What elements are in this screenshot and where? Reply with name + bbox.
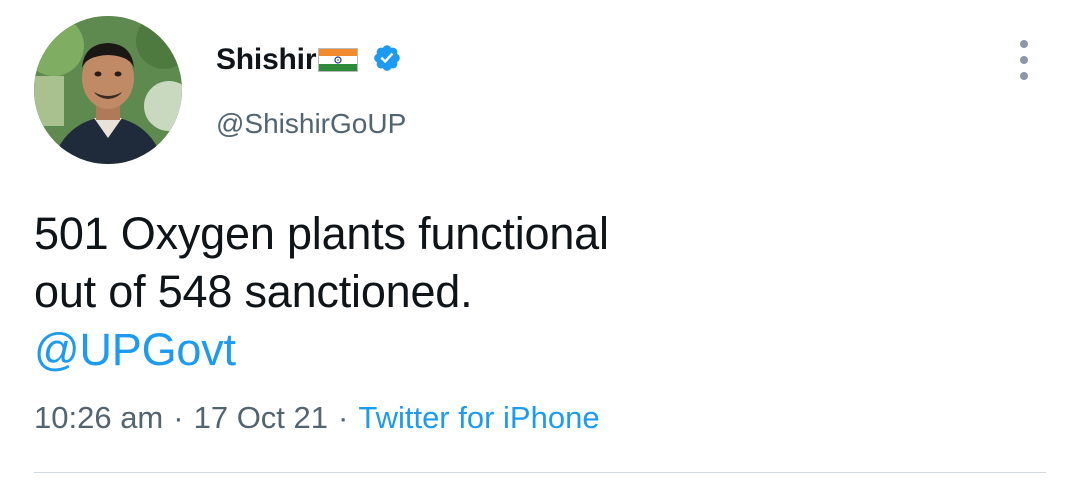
display-name[interactable]: Shishir — [216, 43, 316, 77]
tweet-source-link[interactable]: Twitter for iPhone — [358, 400, 599, 435]
more-options-button[interactable] — [1008, 40, 1040, 80]
more-vertical-icon — [1020, 40, 1028, 48]
profile-photo — [34, 16, 182, 164]
india-flag-icon — [318, 47, 359, 77]
more-vertical-icon-dot — [1020, 72, 1028, 80]
tweet-date[interactable]: 17 Oct 21 — [194, 400, 328, 435]
tweet-meta: 10:26 am · 17 Oct 21 · Twitter for iPhone — [34, 400, 600, 436]
author-name-row[interactable]: Shishir — [216, 40, 402, 80]
avatar[interactable] — [34, 16, 182, 164]
verified-badge-icon — [372, 43, 402, 78]
tweet-time[interactable]: 10:26 am — [34, 400, 163, 435]
mention-link[interactable]: @UPGovt — [34, 321, 934, 379]
author-handle[interactable]: @ShishirGoUP — [216, 108, 406, 140]
divider — [34, 472, 1046, 473]
tweet-text: 501 Oxygen plants functional out of 548 … — [34, 205, 934, 379]
tweet-text-line: out of 548 sanctioned. — [34, 266, 473, 317]
meta-separator: · — [173, 400, 184, 435]
meta-separator: · — [338, 400, 349, 435]
tweet-text-line: 501 Oxygen plants functional — [34, 208, 609, 259]
more-vertical-icon-dot — [1020, 56, 1028, 64]
